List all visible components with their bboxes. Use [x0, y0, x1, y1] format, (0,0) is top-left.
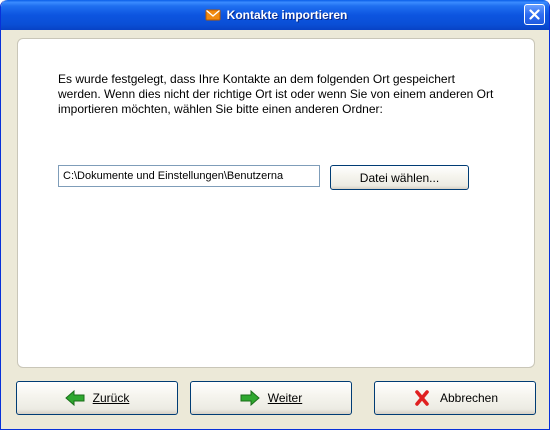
window-title: Kontakte importieren	[226, 8, 348, 22]
location-description: Es wurde festgelegt, dass Ihre Kontakte …	[58, 72, 494, 116]
choose-file-button[interactable]: Datei wählen...	[330, 165, 469, 190]
red-x-icon	[415, 390, 429, 406]
title-group: Kontakte importieren	[1, 0, 549, 30]
next-button[interactable]: Weiter	[190, 381, 352, 415]
cancel-label: Abbrechen	[439, 391, 499, 405]
title-bar[interactable]: Kontakte importieren	[1, 0, 549, 30]
arrow-left-icon	[64, 390, 85, 406]
close-button[interactable]	[524, 4, 545, 25]
back-button[interactable]: Zurück	[16, 381, 178, 415]
close-icon	[529, 9, 540, 20]
arrow-right-icon	[240, 390, 260, 406]
content-panel: Es wurde festgelegt, dass Ihre Kontakte …	[17, 38, 535, 368]
back-label: Zurück	[92, 391, 130, 405]
import-contacts-dialog: Kontakte importieren Es wurde festgelegt…	[0, 0, 550, 430]
next-label: Weiter	[267, 391, 303, 405]
choose-file-label: Datei wählen...	[359, 170, 440, 185]
folder-path-field[interactable]	[58, 165, 320, 187]
cancel-button[interactable]: Abbrechen	[374, 381, 536, 415]
envelope-icon	[205, 7, 221, 23]
